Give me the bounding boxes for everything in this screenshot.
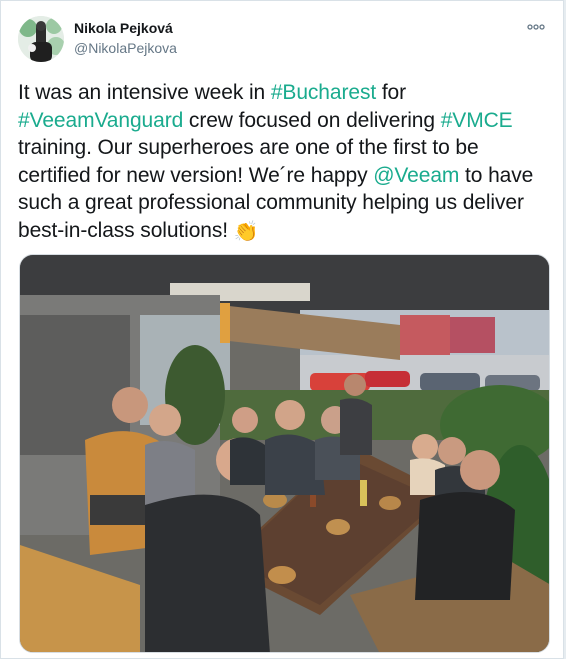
profile-avatar-icon <box>18 16 64 62</box>
hashtag-bucharest[interactable]: #Bucharest <box>271 81 376 104</box>
tweet-text: It was an intensive week in #Bucharest f… <box>18 79 548 244</box>
tweet-text-part: It was an intensive week in <box>18 81 271 104</box>
mention-veeam[interactable]: @Veeam <box>373 164 459 187</box>
avatar[interactable] <box>18 16 64 62</box>
display-name[interactable]: Nikola Pejková <box>74 19 177 37</box>
author-names: Nikola Pejková @NikolaPejkova <box>74 19 177 57</box>
tweet-card[interactable]: Nikola Pejková @NikolaPejkova It was an … <box>0 0 564 659</box>
handle[interactable]: @NikolaPejkova <box>74 39 177 57</box>
page: Nikola Pejková @NikolaPejkova It was an … <box>0 0 566 659</box>
hashtag-vmce[interactable]: #VMCE <box>441 109 513 132</box>
tweet-text-part: for <box>376 81 407 104</box>
tweet-text-part: crew focused on delivering <box>183 108 441 132</box>
more-dots-icon[interactable] <box>525 20 547 34</box>
tweet-header: Nikola Pejková @NikolaPejkova <box>18 16 553 64</box>
tweet-photo[interactable] <box>19 254 550 653</box>
hashtag-veeamvanguard[interactable]: #VeeamVanguard <box>18 109 183 132</box>
clapping-hands-icon: 👏 <box>233 220 259 243</box>
group-photo-image <box>20 255 549 652</box>
